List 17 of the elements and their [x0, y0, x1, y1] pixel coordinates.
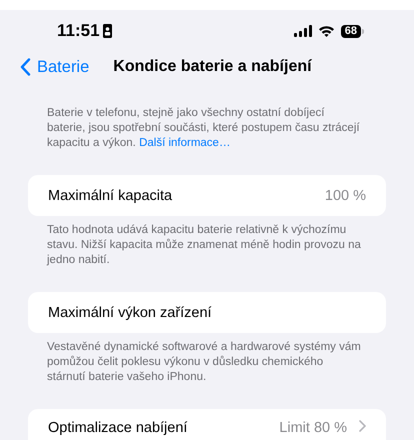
- battery-icon: 68: [340, 24, 364, 38]
- settings-row: Maximální výkon zařízení: [28, 292, 386, 333]
- more-info-link[interactable]: Další informace…: [139, 137, 230, 149]
- back-button[interactable]: Baterie: [20, 58, 90, 76]
- settings-row[interactable]: Optimalizace nabíjení Limit 80 %: [28, 409, 386, 440]
- id-card-icon: [102, 24, 112, 38]
- row-value: Limit 80 %: [279, 420, 347, 436]
- row-value: 100 %: [324, 188, 366, 204]
- signal-icon: [294, 25, 312, 37]
- settings-row: Maximální kapacita 100 %: [28, 175, 386, 216]
- back-chevron-icon: [20, 58, 31, 76]
- intro-text: Baterie v telefonu, stejně jako všechny ostatní dobíjecí baterie, jsou spotřební součásti, které postupem času ztrácejí kapacitu a výkon. Další informace…: [47, 106, 361, 151]
- page-title: Kondice baterie a nabíjení: [113, 58, 312, 76]
- section-footer: Vestavěné dynamické softwarové a hardwarové systémy vám pomůžou čelit poklesu výkonu v důsledku chemického stárnutí baterie vašeho iPhonu.: [47, 340, 362, 385]
- section-footer: Tato hodnota udává kapacitu baterie relativně k výchozímu stavu. Nižší kapacita může znamenat méně hodin provozu na jedno nabití.: [47, 223, 362, 268]
- wifi-icon: [318, 25, 335, 37]
- status-time: 11:51: [57, 21, 100, 41]
